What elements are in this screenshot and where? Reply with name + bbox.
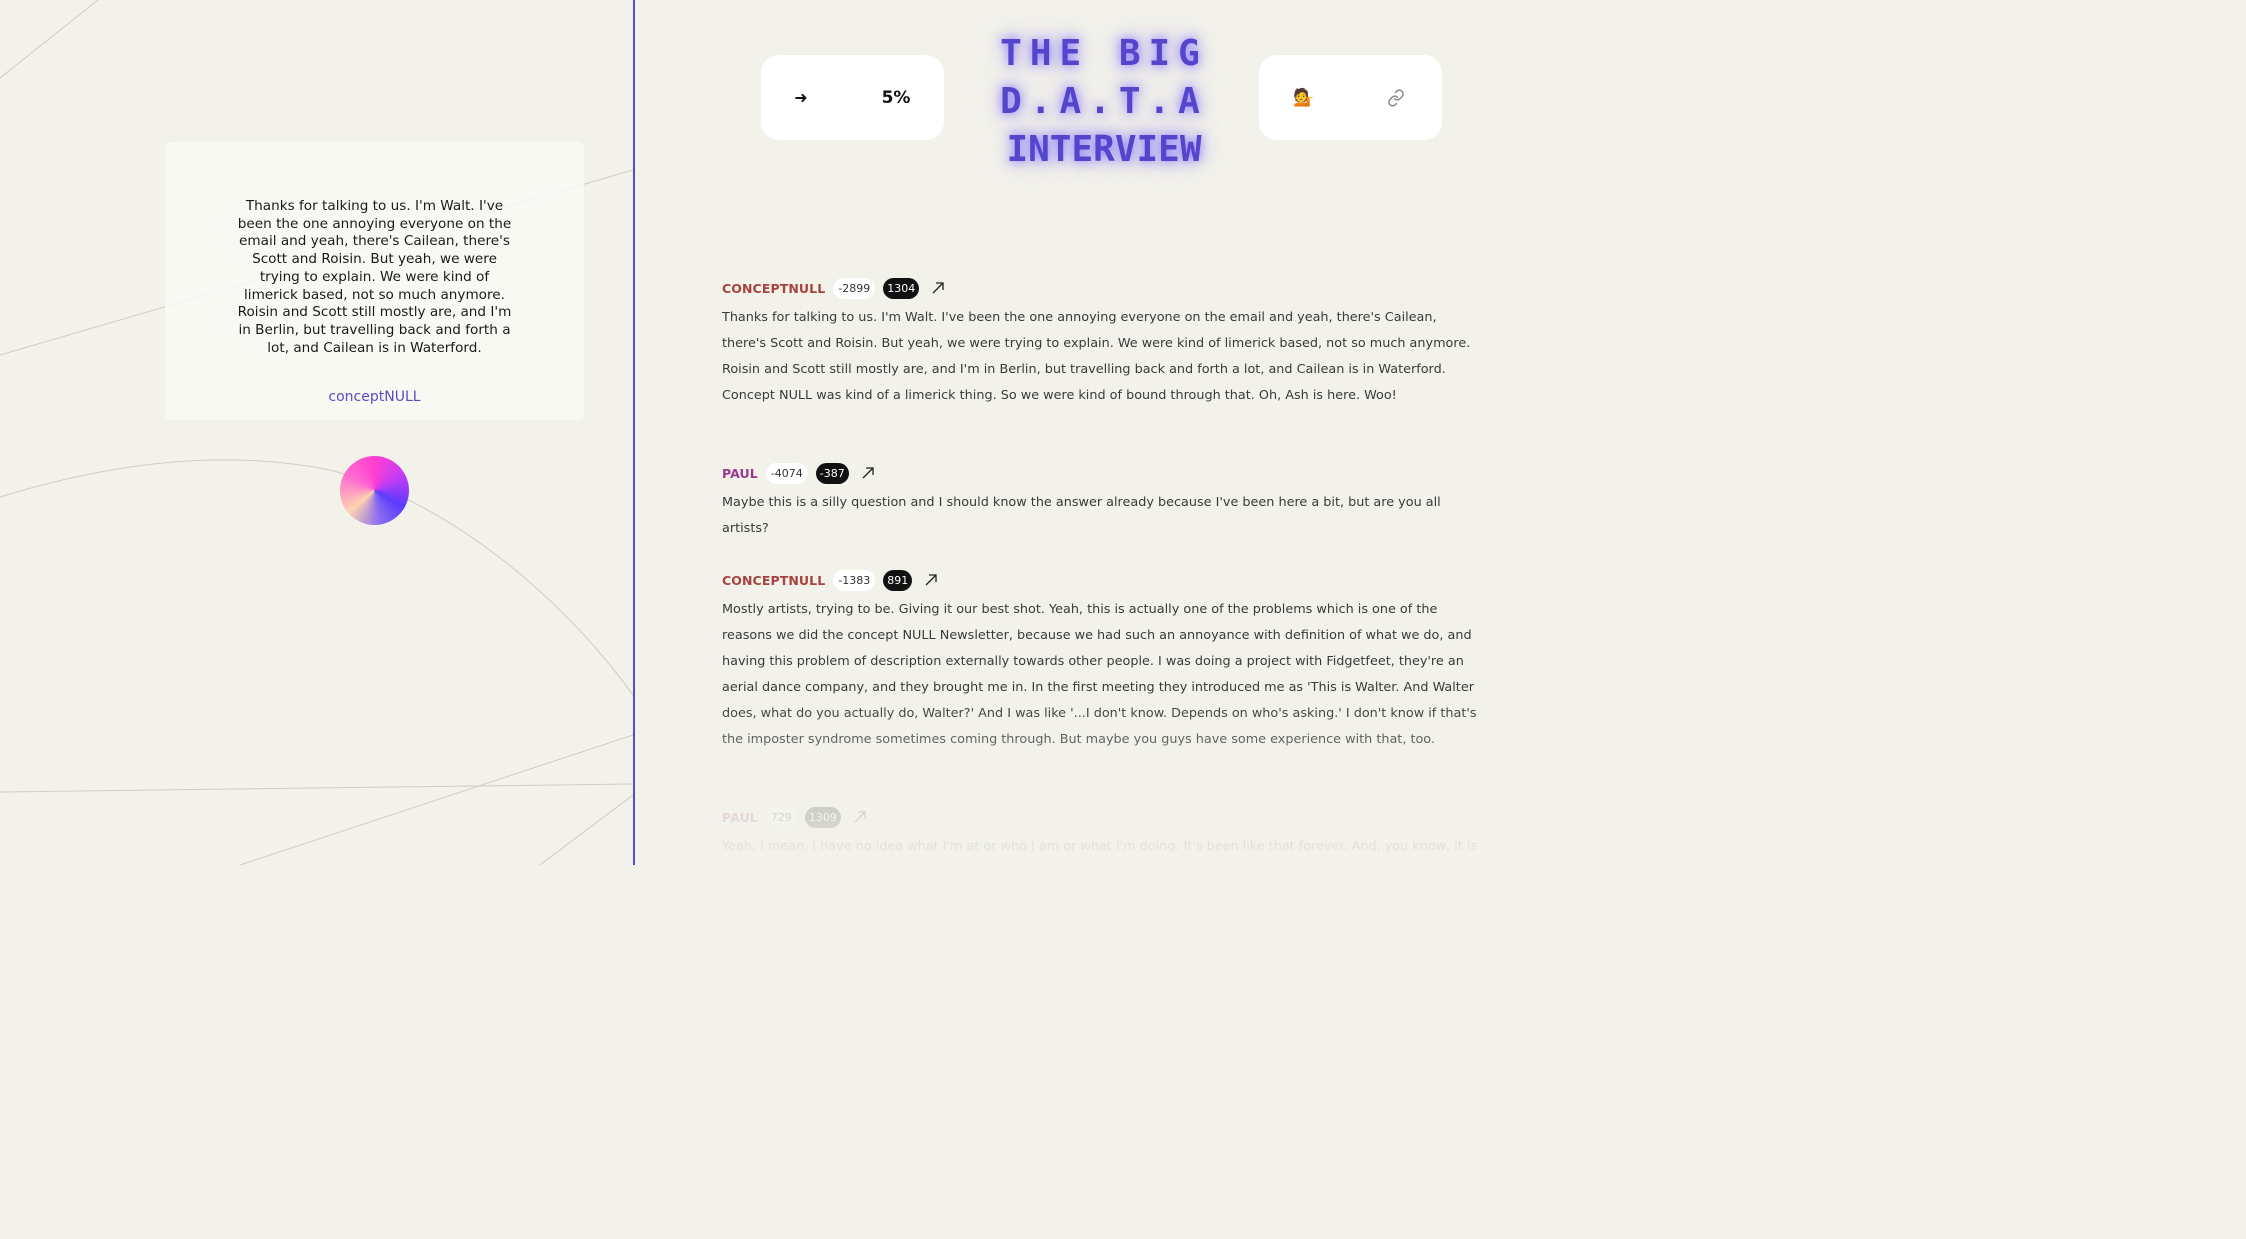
progress-pill: ➜ 5% [761, 55, 944, 140]
entry-header: CONCEPTNULL -2899 1304 [722, 276, 1482, 300]
timestamp-badge: -2899 [833, 277, 876, 299]
actions-pill: 💁 [1259, 55, 1442, 140]
entry-header: CONCEPTNULL -1383 891 [722, 568, 1482, 592]
entry-text: Yeah, I mean, I have no idea what I'm at… [722, 839, 1478, 854]
count-badge: 1304 [883, 277, 920, 299]
entry-header: PAUL -4074 -387 [722, 461, 1482, 485]
bg-line [539, 794, 633, 865]
transcript-entry: PAUL 729 1309 Yeah, I mean, I have no id… [722, 805, 1482, 865]
count-badge: 1309 [804, 806, 841, 828]
transcript-entry: CONCEPTNULL -1383 891 Mostly artists, tr… [722, 568, 1482, 753]
bg-line [0, 0, 99, 79]
gradient-orb[interactable] [340, 456, 409, 525]
right-panel: ➜ 5% THE BIG D.A.T.A INTERVIEW 💁 CONCEPT… [635, 0, 1568, 865]
progress-percent: 5% [881, 87, 911, 108]
external-link-icon[interactable] [924, 573, 938, 587]
transcript-entry: CONCEPTNULL -2899 1304 Thanks for talkin… [722, 276, 1482, 409]
external-link-icon[interactable] [861, 466, 875, 480]
external-link-icon[interactable] [853, 810, 867, 824]
speaker-name: CONCEPTNULL [722, 280, 826, 296]
title-line: D.A.T.A [1000, 81, 1208, 122]
entry-text: Maybe this is a silly question and I sho… [722, 495, 1441, 536]
timestamp-badge: -4074 [765, 462, 808, 484]
entry-text: Mostly artists, trying to be. Giving it … [722, 602, 1477, 747]
count-badge: -387 [815, 462, 849, 484]
entry-text: Thanks for talking to us. I'm Walt. I've… [722, 310, 1471, 403]
bg-line [239, 734, 633, 865]
title-line: INTERVIEW [1006, 129, 1202, 170]
speaker-name: CONCEPTNULL [722, 572, 826, 588]
page-title: THE BIG D.A.T.A INTERVIEW [999, 30, 1209, 174]
entry-header: PAUL 729 1309 [722, 805, 1482, 829]
title-line: THE BIG [1000, 33, 1208, 74]
speaker-name: PAUL [722, 465, 758, 481]
quote-text: Thanks for talking to us. I'm Walt. I've… [237, 198, 512, 356]
timestamp-badge: -1383 [833, 569, 876, 591]
count-badge: 891 [883, 569, 913, 591]
speaker-name: PAUL [722, 809, 758, 825]
link-icon[interactable] [1381, 55, 1411, 140]
external-link-icon[interactable] [931, 281, 945, 295]
left-panel: Thanks for talking to us. I'm Walt. I've… [0, 0, 633, 865]
timestamp-badge: 729 [765, 806, 797, 828]
bg-curve [0, 459, 633, 696]
person-icon[interactable]: 💁 [1289, 55, 1319, 140]
quote-author[interactable]: conceptNULL [233, 389, 516, 405]
quote-card: Thanks for talking to us. I'm Walt. I've… [165, 142, 584, 420]
background-lines [0, 0, 633, 865]
bg-line [0, 783, 633, 793]
transcript-entry: PAUL -4074 -387 Maybe this is a silly qu… [722, 461, 1482, 542]
arrow-right-icon[interactable]: ➜ [789, 55, 813, 140]
